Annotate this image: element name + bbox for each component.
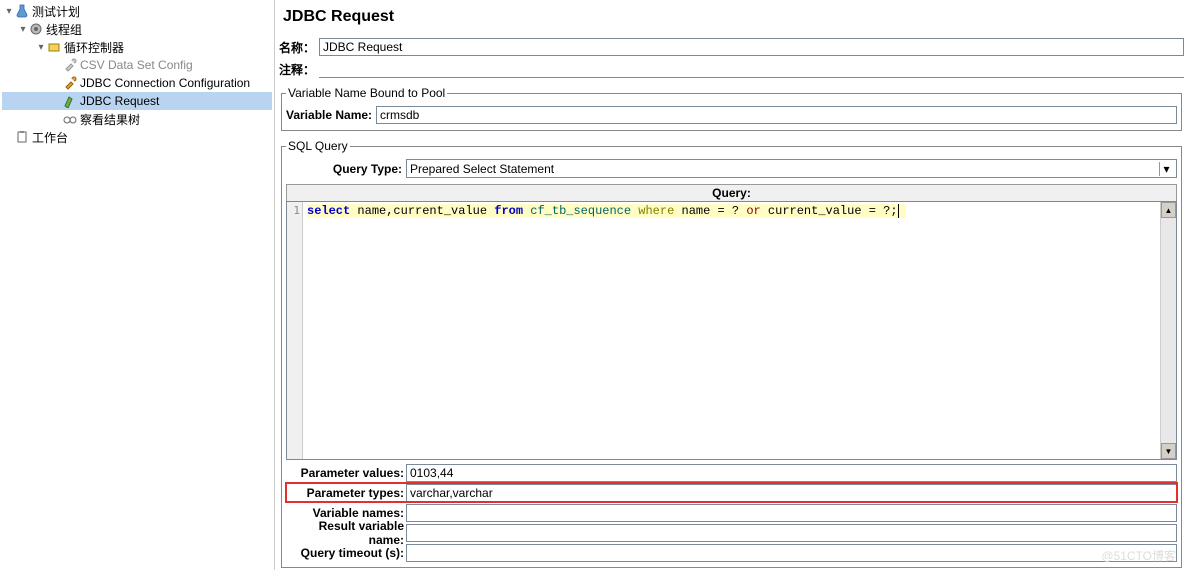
varname-label: Variable Name: [286, 108, 376, 122]
pool-legend: Variable Name Bound to Pool [286, 86, 447, 100]
sampler-icon [62, 93, 78, 109]
details-panel: JDBC Request 名称： 注释： Variable Name Bound… [275, 0, 1184, 570]
tree-toggle-icon[interactable]: ▾ [4, 6, 14, 17]
timeout-label: Query timeout (s): [286, 546, 406, 560]
sql-keyword: select [307, 204, 350, 218]
var-names-label: Variable names: [286, 506, 406, 520]
query-type-select[interactable]: Prepared Select Statement ▾ [406, 159, 1177, 178]
name-input[interactable] [319, 38, 1184, 56]
comment-label: 注释： [279, 61, 319, 78]
scrollbar[interactable]: ▲ ▼ [1160, 202, 1176, 459]
query-type-row: Query Type: Prepared Select Statement ▾ [286, 159, 1177, 178]
param-types-row: Parameter types: [286, 483, 1177, 502]
line-gutter: 1 [287, 202, 303, 459]
comment-row: 注释： [279, 60, 1184, 78]
sql-editor[interactable]: 1 select name,current_value from cf_tb_s… [286, 201, 1177, 460]
name-label: 名称： [279, 39, 319, 56]
query-type-value: Prepared Select Statement [410, 162, 554, 176]
clipboard-icon [14, 129, 30, 145]
caret-icon [898, 204, 906, 218]
tree-node-workbench[interactable]: 工作台 [2, 128, 272, 146]
panel-title: JDBC Request [283, 8, 1184, 26]
wrench-icon [62, 75, 78, 91]
watermark: @51CTO博客 [1101, 547, 1176, 564]
param-types-label: Parameter types: [286, 486, 406, 500]
tree-node-csv-config[interactable]: CSV Data Set Config [2, 56, 272, 74]
param-values-input[interactable] [406, 464, 1177, 482]
sql-content[interactable]: select name,current_value from cf_tb_seq… [303, 202, 1176, 459]
sql-fieldset: SQL Query Query Type: Prepared Select St… [281, 139, 1182, 568]
scroll-down-icon[interactable]: ▼ [1161, 443, 1176, 459]
sql-text: name,current_value [350, 204, 494, 218]
tree-label: CSV Data Set Config [80, 58, 193, 72]
var-names-row: Variable names: [286, 503, 1177, 522]
glasses-icon [62, 111, 78, 127]
tree-label: 测试计划 [32, 3, 80, 20]
result-var-row: Result variable name: [286, 523, 1177, 542]
param-values-row: Parameter values: [286, 463, 1177, 482]
comment-input[interactable] [319, 60, 1184, 78]
var-names-input[interactable] [406, 504, 1177, 522]
timeout-input[interactable] [406, 544, 1177, 562]
varname-row: Variable Name: [286, 106, 1177, 124]
tree-node-loop-controller[interactable]: ▾ 循环控制器 [2, 38, 272, 56]
tree-label: 循环控制器 [64, 39, 124, 56]
tree-toggle-icon[interactable]: ▾ [36, 42, 46, 53]
tree-node-jdbc-connection[interactable]: JDBC Connection Configuration [2, 74, 272, 92]
timeout-row: Query timeout (s): [286, 543, 1177, 562]
sql-table: cf_tb_sequence [523, 204, 638, 218]
result-var-input[interactable] [406, 524, 1177, 542]
pool-fieldset: Variable Name Bound to Pool Variable Nam… [281, 86, 1182, 131]
bottom-params: Parameter values: Parameter types: Varia… [286, 462, 1177, 563]
tree-label: 线程组 [46, 21, 82, 38]
thread-icon [28, 21, 44, 37]
tree-label: 察看结果树 [80, 111, 140, 128]
tree-toggle-icon[interactable]: ▾ [18, 24, 28, 35]
tree-label: 工作台 [32, 129, 68, 146]
tree-node-test-plan[interactable]: ▾ 测试计划 [2, 2, 272, 20]
tree-node-jdbc-request[interactable]: JDBC Request [2, 92, 272, 110]
sql-text: current_value = ?; [761, 204, 898, 218]
wrench-icon [62, 57, 78, 73]
tree-panel: ▾ 测试计划 ▾ 线程组 ▾ 循环控制器 CSV Data Set Config… [0, 0, 275, 570]
scroll-track[interactable] [1161, 218, 1176, 443]
chevron-down-icon[interactable]: ▾ [1159, 162, 1173, 176]
result-var-label: Result variable name: [286, 519, 406, 547]
tree-label: JDBC Request [80, 94, 159, 108]
sql-text: name = ? [674, 204, 746, 218]
query-header: Query: [286, 184, 1177, 201]
varname-input[interactable] [376, 106, 1177, 124]
name-row: 名称： [279, 38, 1184, 56]
param-types-input[interactable] [406, 484, 1177, 502]
sql-legend: SQL Query [286, 139, 350, 153]
line-number: 1 [287, 204, 300, 217]
param-values-label: Parameter values: [286, 466, 406, 480]
tree-label: JDBC Connection Configuration [80, 76, 250, 90]
sql-keyword: from [494, 204, 523, 218]
scroll-up-icon[interactable]: ▲ [1161, 202, 1176, 218]
query-type-label: Query Type: [286, 162, 406, 176]
sql-keyword: or [746, 204, 760, 218]
tree-node-thread-group[interactable]: ▾ 线程组 [2, 20, 272, 38]
beaker-icon [14, 3, 30, 19]
tree-node-results-tree[interactable]: 察看结果树 [2, 110, 272, 128]
sql-keyword: where [638, 204, 674, 218]
loop-icon [46, 39, 62, 55]
